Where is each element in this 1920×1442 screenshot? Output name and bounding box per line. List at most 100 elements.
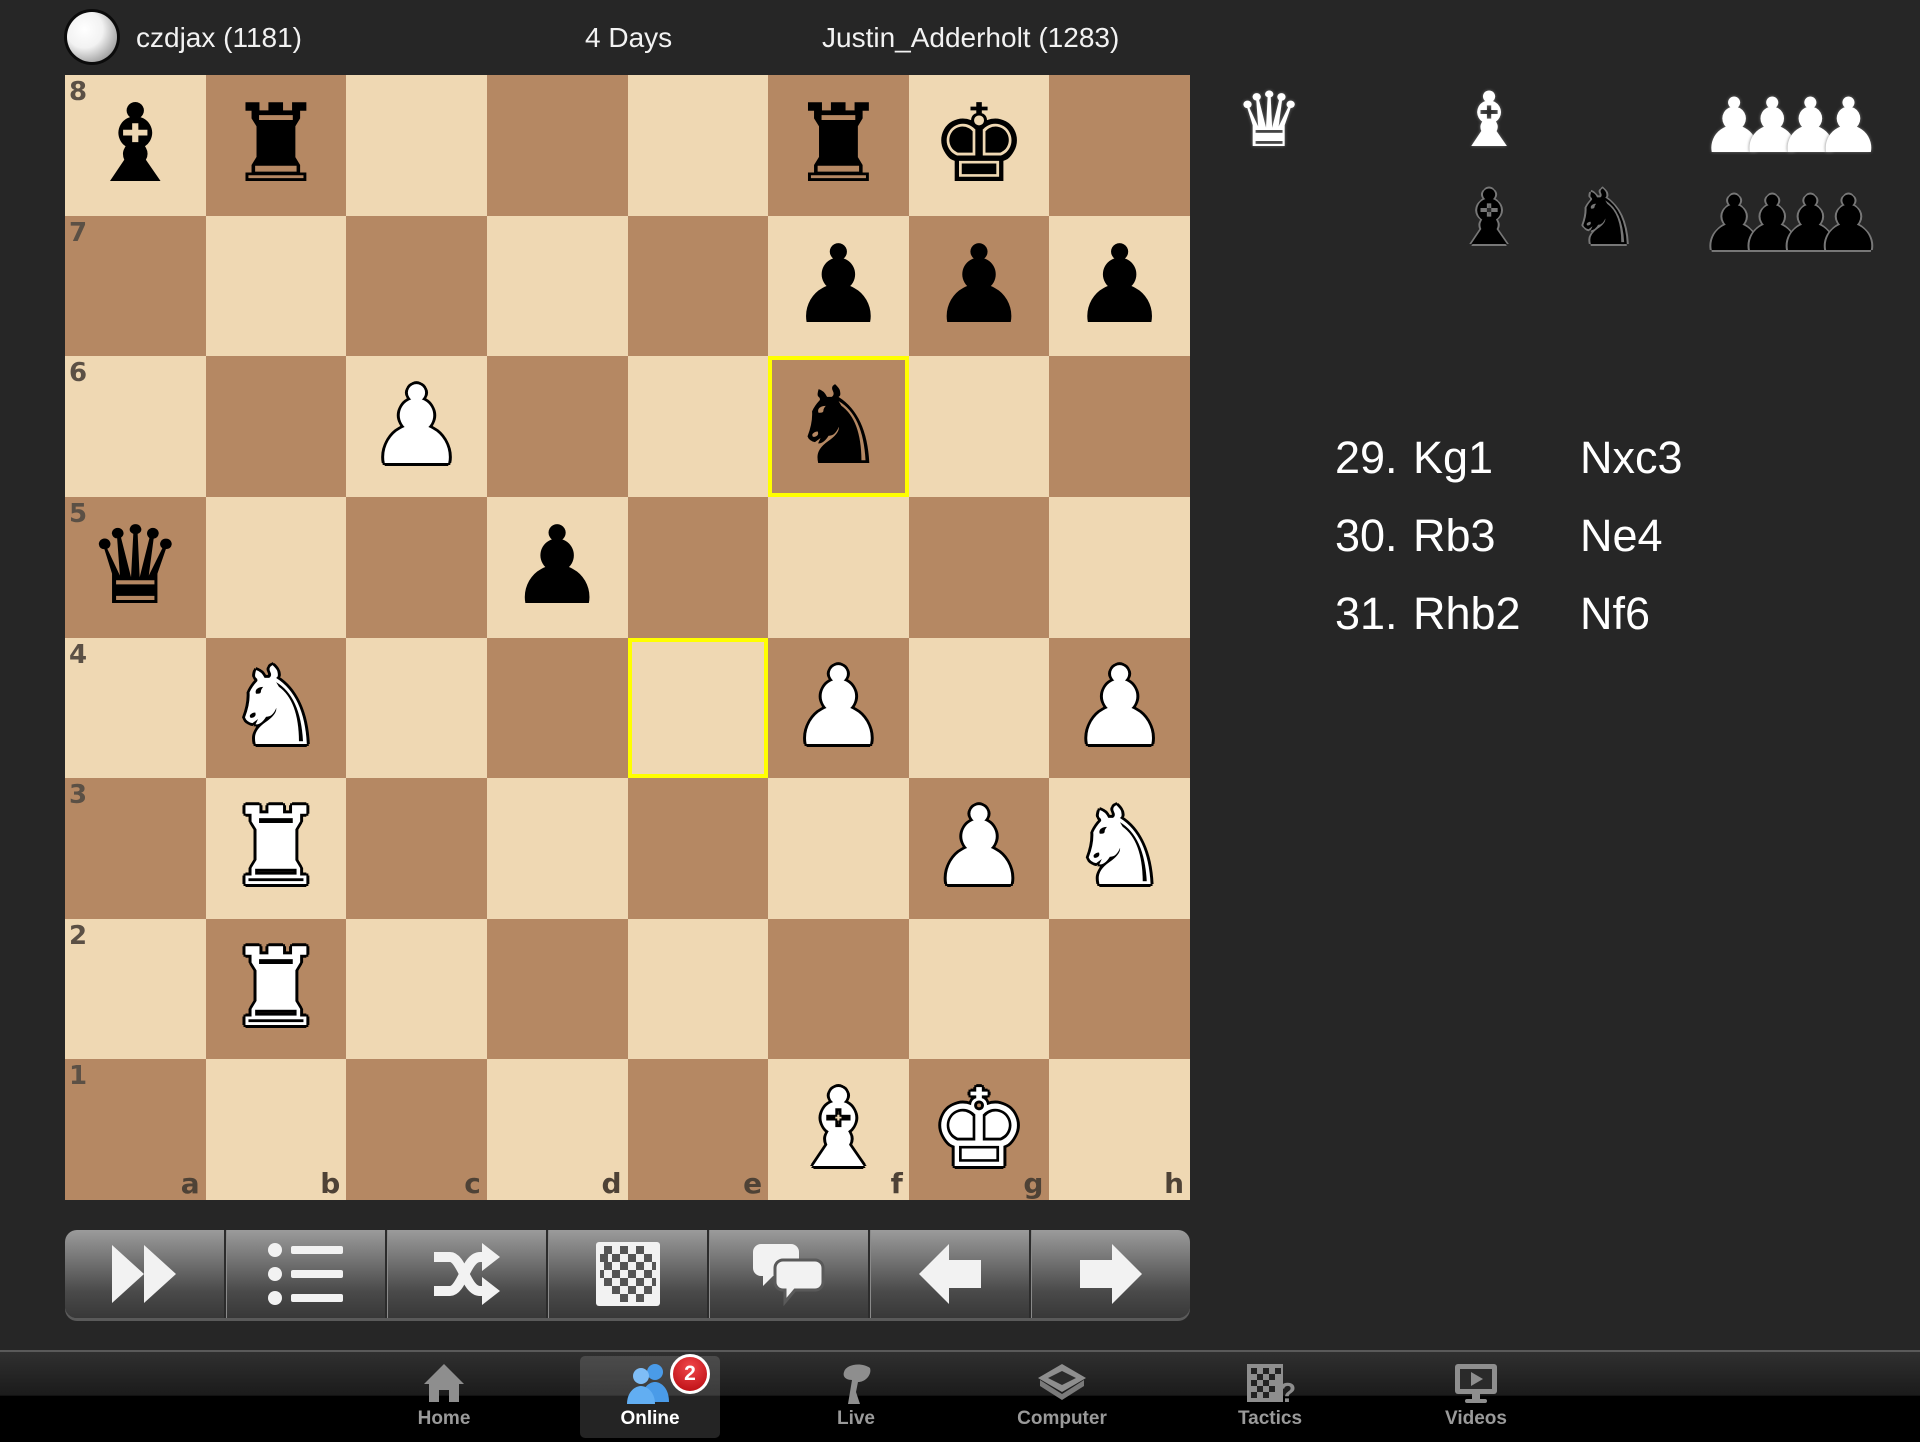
white-pawn-icon[interactable]: ♟ [768,638,909,779]
previous-move-button[interactable] [870,1230,1031,1318]
square-d3[interactable] [486,778,628,919]
square-d5[interactable]: ♟ [486,496,628,638]
move-row[interactable]: 29. Kg1 Nxc3 [1335,432,1835,510]
square-a3[interactable]: 3 [65,778,206,919]
square-h6[interactable] [1049,356,1190,497]
square-d8[interactable] [486,75,628,216]
white-bishop-icon[interactable]: ♝ [768,1059,909,1200]
square-e8[interactable] [627,75,769,216]
square-g5[interactable] [908,496,1050,638]
fast-forward-button[interactable] [65,1230,226,1318]
square-b7[interactable] [205,215,347,357]
tab-live[interactable]: Live [786,1356,926,1438]
white-rook-icon[interactable]: ♜ [206,778,347,919]
square-a2[interactable]: 2 [65,918,206,1060]
chess-board[interactable]: 8 ♝ ♜ ♜ ♚ 7 ♟ ♟ ♟ 6 ♟ ♞ 5 ♛ ♟ 4 ♞ ♟ ♟ 3 ♜ ♟ ♞ 2 ♜ 1 a b c d e f ♝ g ♚ h [65,75,1190,1200]
black-knight-icon[interactable]: ♞ [768,356,909,497]
square-f4[interactable]: ♟ [768,637,909,779]
square-d4[interactable] [486,637,628,779]
square-h1[interactable]: h [1049,1059,1190,1200]
square-f1[interactable]: f ♝ [768,1059,909,1200]
black-move[interactable]: Nf6 [1580,588,1650,640]
square-c8[interactable] [346,75,487,216]
square-h2[interactable] [1049,918,1190,1060]
white-pawn-icon[interactable]: ♟ [346,356,487,497]
square-b5[interactable] [205,496,347,638]
square-a6[interactable]: 6 [65,356,206,497]
square-f5[interactable] [768,496,909,638]
square-d6[interactable] [486,356,628,497]
chat-button[interactable] [709,1230,870,1318]
white-move[interactable]: Rhb2 [1413,588,1521,640]
square-c7[interactable] [346,215,487,357]
square-b1[interactable]: b [205,1059,347,1200]
square-a4[interactable]: 4 [65,637,206,779]
flip-board-button[interactable] [387,1230,548,1318]
black-pawn-icon[interactable]: ♟ [487,497,628,638]
square-e5[interactable] [627,496,769,638]
white-rook-icon[interactable]: ♜ [206,919,347,1060]
square-f6[interactable]: ♞ [768,356,909,497]
square-h4[interactable]: ♟ [1049,637,1190,779]
square-b8[interactable]: ♜ [205,75,347,216]
white-move[interactable]: Rb3 [1413,510,1496,562]
square-h3[interactable]: ♞ [1049,778,1190,919]
square-f8[interactable]: ♜ [768,75,909,216]
black-bishop-icon[interactable]: ♝ [65,75,206,216]
square-g8[interactable]: ♚ [908,75,1050,216]
square-e7[interactable] [627,215,769,357]
square-g1[interactable]: g ♚ [908,1059,1050,1200]
white-knight-icon[interactable]: ♞ [1049,778,1190,919]
white-king-icon[interactable]: ♚ [909,1059,1050,1200]
black-pawn-icon[interactable]: ♟ [1049,216,1190,357]
square-f7[interactable]: ♟ [768,215,909,357]
move-row[interactable]: 31. Rhb2 Nf6 [1335,588,1835,666]
square-c3[interactable] [346,778,487,919]
square-c2[interactable] [346,918,487,1060]
square-h8[interactable] [1049,75,1190,216]
square-e3[interactable] [627,778,769,919]
square-c4[interactable] [346,637,487,779]
board-view-button[interactable] [548,1230,709,1318]
square-c6[interactable]: ♟ [346,356,487,497]
square-a7[interactable]: 7 [65,215,206,357]
white-player-name[interactable]: czdjax (1181) [136,20,302,56]
square-a1[interactable]: 1a [65,1059,206,1200]
square-f3[interactable] [768,778,909,919]
black-move[interactable]: Nxc3 [1580,432,1683,484]
black-rook-icon[interactable]: ♜ [206,75,347,216]
tab-online[interactable]: 2 Online [580,1354,720,1438]
square-g7[interactable]: ♟ [908,215,1050,357]
square-b2[interactable]: ♜ [205,918,347,1060]
square-e2[interactable] [627,918,769,1060]
black-king-icon[interactable]: ♚ [909,75,1050,216]
white-pawn-icon[interactable]: ♟ [1049,638,1190,779]
square-c1[interactable]: c [346,1059,487,1200]
square-g4[interactable] [908,637,1050,779]
square-b3[interactable]: ♜ [205,778,347,919]
black-pawn-icon[interactable]: ♟ [768,216,909,357]
square-h7[interactable]: ♟ [1049,215,1190,357]
square-g2[interactable] [908,918,1050,1060]
tab-tactics[interactable]: ? Tactics [1200,1356,1340,1438]
black-queen-icon[interactable]: ♛ [65,497,206,638]
square-e1[interactable]: e [627,1059,769,1200]
square-a8[interactable]: 8 ♝ [65,75,206,216]
square-g3[interactable]: ♟ [908,778,1050,919]
move-list-button[interactable] [226,1230,387,1318]
square-f2[interactable] [768,918,909,1060]
square-d7[interactable] [486,215,628,357]
white-move[interactable]: Kg1 [1413,432,1493,484]
black-rook-icon[interactable]: ♜ [768,75,909,216]
square-b6[interactable] [205,356,347,497]
black-pawn-icon[interactable]: ♟ [909,216,1050,357]
white-knight-icon[interactable]: ♞ [206,638,347,779]
square-d1[interactable]: d [486,1059,628,1200]
black-player-name[interactable]: Justin_Adderholt (1283) [822,20,1119,56]
square-b4[interactable]: ♞ [205,637,347,779]
square-g6[interactable] [908,356,1050,497]
square-e4[interactable] [627,637,769,779]
move-row[interactable]: 30. Rb3 Ne4 [1335,510,1835,588]
square-a5[interactable]: 5 ♛ [65,496,206,638]
tab-videos[interactable]: Videos [1406,1356,1546,1438]
